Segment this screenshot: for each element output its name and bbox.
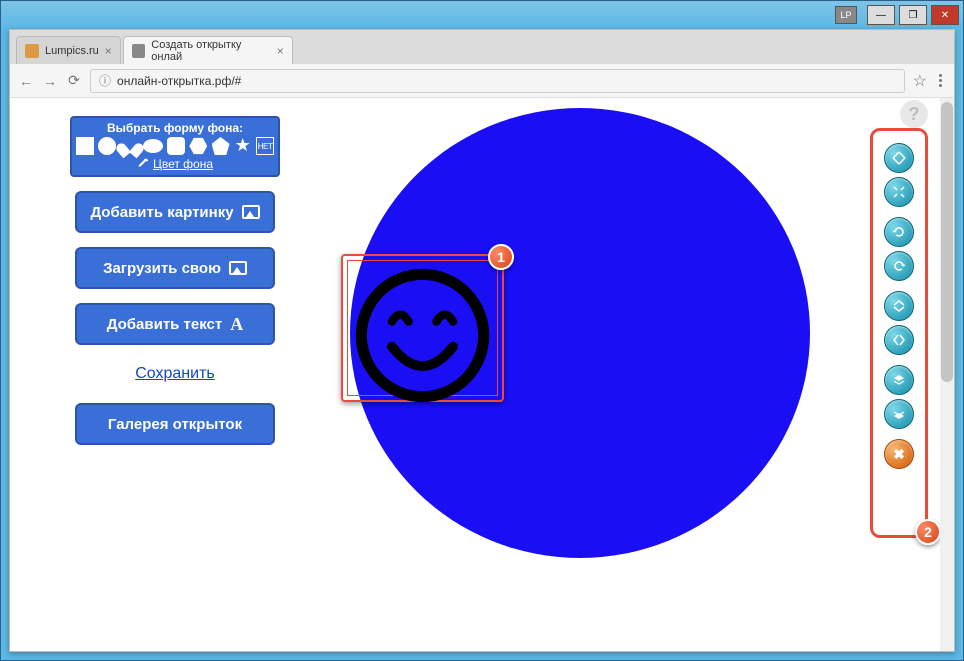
tab-close-icon[interactable]: ×	[105, 44, 112, 58]
button-label: Загрузить свою	[103, 260, 221, 277]
image-icon	[229, 261, 247, 275]
save-link[interactable]: Сохранить	[135, 359, 215, 389]
add-image-button[interactable]: Добавить картинку	[75, 191, 275, 233]
scrollbar[interactable]	[940, 98, 954, 651]
gallery-button[interactable]: Галерея открыток	[75, 403, 275, 445]
browser-window: Lumpics.ru × Создать открытку онлай × ← …	[9, 29, 955, 652]
shape-square[interactable]	[76, 137, 94, 155]
shape-pentagon[interactable]	[212, 137, 230, 155]
user-badge: LP	[835, 6, 857, 24]
sidebar: Выбрать форму фона: ★ НЕТ Ц	[60, 116, 290, 445]
flip-vertical-button[interactable]	[884, 291, 914, 321]
bg-color-link[interactable]: Цвет фона	[76, 157, 274, 171]
shapes-row: ★ НЕТ	[76, 135, 274, 157]
favicon-icon	[25, 44, 39, 58]
tab-close-icon[interactable]: ×	[277, 44, 284, 58]
forward-button[interactable]: →	[42, 73, 58, 89]
help-icon[interactable]: ?	[900, 100, 928, 128]
delete-button[interactable]: ✖	[884, 439, 914, 469]
rotate-ccw-button[interactable]	[884, 217, 914, 247]
button-label: Галерея открыток	[108, 416, 242, 433]
shape-star[interactable]: ★	[234, 137, 252, 155]
shape-panel: Выбрать форму фона: ★ НЕТ Ц	[70, 116, 280, 177]
image-icon	[242, 205, 260, 219]
annotation-1: 1	[488, 244, 514, 270]
zoom-in-button[interactable]	[884, 143, 914, 173]
close-button[interactable]: ✕	[931, 5, 959, 25]
tab-label: Lumpics.ru	[45, 45, 99, 57]
url-text: онлайн-открытка.рф/#	[117, 74, 241, 88]
tabstrip: Lumpics.ru × Создать открытку онлай ×	[10, 30, 954, 64]
text-icon: A	[230, 314, 243, 335]
maximize-button[interactable]: ❐	[899, 5, 927, 25]
bg-color-label: Цвет фона	[153, 157, 213, 171]
tool-panel: ✖ 2	[870, 128, 928, 538]
upload-own-button[interactable]: Загрузить свою	[75, 247, 275, 289]
tab-label: Создать открытку онлай	[151, 39, 271, 63]
layer-up-button[interactable]	[884, 365, 914, 395]
shape-rounded[interactable]	[167, 137, 185, 155]
shape-panel-title: Выбрать форму фона:	[76, 121, 274, 135]
tab-postcard[interactable]: Создать открытку онлай ×	[123, 36, 293, 64]
eyedropper-icon	[137, 158, 149, 170]
zoom-out-button[interactable]	[884, 177, 914, 207]
bookmark-icon[interactable]: ☆	[913, 71, 927, 91]
button-label: Добавить картинку	[90, 204, 233, 221]
favicon-icon	[132, 44, 145, 58]
button-label: Добавить текст	[107, 316, 223, 333]
annotation-2: 2	[915, 519, 941, 545]
address-bar: ← → ⟳ ⓘ онлайн-открытка.рф/# ☆	[10, 64, 954, 98]
layer-down-button[interactable]	[884, 399, 914, 429]
shape-none[interactable]: НЕТ	[256, 137, 274, 155]
smiley-icon[interactable]	[353, 266, 492, 405]
url-input[interactable]: ⓘ онлайн-открытка.рф/#	[90, 69, 905, 93]
minimize-button[interactable]: —	[867, 5, 895, 25]
page-content: Выбрать форму фона: ★ НЕТ Ц	[10, 98, 954, 651]
scrollbar-thumb[interactable]	[941, 102, 953, 382]
shape-oval[interactable]	[143, 139, 163, 153]
shape-heart[interactable]	[121, 138, 139, 154]
info-icon: ⓘ	[99, 72, 111, 89]
selected-object[interactable]: 1	[345, 258, 500, 398]
add-text-button[interactable]: Добавить текст A	[75, 303, 275, 345]
canvas[interactable]: 1	[310, 98, 854, 651]
flip-horizontal-button[interactable]	[884, 325, 914, 355]
rotate-cw-button[interactable]	[884, 251, 914, 281]
reload-button[interactable]: ⟳	[66, 73, 82, 89]
titlebar: LP — ❐ ✕	[1, 1, 963, 29]
shape-circle[interactable]	[98, 137, 116, 155]
back-button[interactable]: ←	[18, 73, 34, 89]
menu-button[interactable]	[935, 70, 946, 91]
tab-lumpics[interactable]: Lumpics.ru ×	[16, 36, 121, 64]
shape-hexagon[interactable]	[189, 137, 207, 155]
os-window: LP — ❐ ✕ Lumpics.ru × Создать открытку о…	[0, 0, 964, 661]
